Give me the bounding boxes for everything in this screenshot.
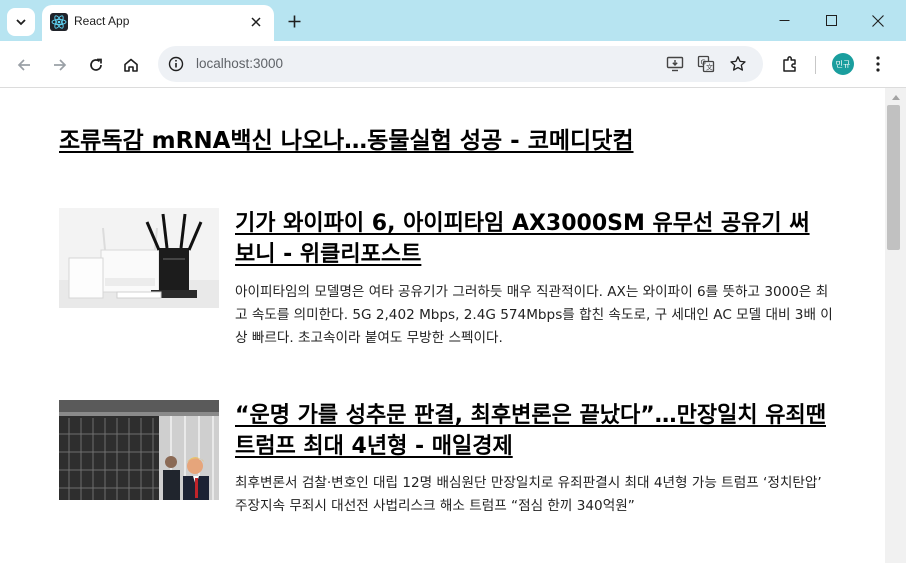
translate-button[interactable]: G文 [696,54,716,74]
tab-close-button[interactable] [246,12,266,32]
tab-search-button[interactable] [7,8,35,36]
browser-menu-button[interactable] [867,53,889,75]
browser-toolbar: localhost:3000 G文 민규 [0,41,906,88]
reload-button[interactable] [82,51,110,79]
minimize-button[interactable] [761,0,807,41]
translate-icon: G文 [697,55,715,73]
react-logo-icon [50,13,68,31]
page-headline-link[interactable]: 조류독감 mRNA백신 나오나…동물실험 성공 - 코메디닷컴 [59,121,634,155]
home-icon [124,58,138,72]
chevron-down-icon [16,19,26,26]
browser-titlebar: React App [0,0,906,41]
browser-tab[interactable]: React App [42,5,274,41]
courthouse-photo [59,400,219,500]
info-icon [168,56,184,72]
plus-icon [288,15,300,27]
address-bar[interactable]: localhost:3000 G文 [158,46,763,82]
install-app-button[interactable] [665,54,685,74]
puzzle-icon [783,56,796,72]
scrollbar-thumb[interactable] [887,105,900,250]
star-icon [730,56,746,71]
more-vertical-icon [876,56,880,72]
reload-icon [90,58,102,71]
home-button[interactable] [117,51,145,79]
arrow-right-icon [54,59,67,71]
router-thumbnail[interactable] [59,208,219,308]
bookmark-button[interactable] [728,54,748,74]
install-app-icon [666,56,684,72]
arrow-left-icon [17,59,30,71]
minimize-icon [779,20,789,21]
url-text[interactable]: localhost:3000 [196,56,283,71]
page-viewport: 조류독감 mRNA백신 나오나…동물실험 성공 - 코메디닷컴 기가 와이파이 … [0,88,885,563]
profile-avatar[interactable]: 민규 [832,53,854,75]
maximize-icon [825,15,837,26]
article-summary: 최후변론서 검찰·변호인 대립 12명 배심원단 만장일치로 유죄판결시 최대 … [235,475,822,514]
courthouse-thumbnail[interactable] [59,400,219,500]
router-photo [59,208,219,308]
scroll-up-button[interactable] [885,88,906,105]
article-summary: 아이피타임의 모델명은 여타 공유기가 그러하듯 매우 직관적이다. AX는 와… [235,284,833,346]
site-info-icon[interactable] [166,54,186,74]
tab-title: React App [74,14,130,28]
new-tab-button[interactable] [282,9,306,33]
article-title-link[interactable]: “운명 가를 성추문 판결, 최후변론은 끝났다”…만장일치 유죄땐 트럼프 최… [235,400,827,462]
close-icon [872,14,884,27]
extensions-button[interactable] [777,51,803,77]
maximize-button[interactable] [808,0,854,41]
triangle-up-icon [891,94,900,100]
forward-button[interactable] [46,51,74,79]
article-title-link[interactable]: 기가 와이파이 6, 아이피타임 AX3000SM 유무선 공유기 써보니 - … [235,208,827,270]
window-close-button[interactable] [855,0,901,41]
page-scrollbar[interactable] [885,88,906,563]
back-button[interactable] [10,51,38,79]
close-icon [251,17,261,27]
svg-text:文: 文 [706,63,713,72]
toolbar-divider [815,56,816,74]
